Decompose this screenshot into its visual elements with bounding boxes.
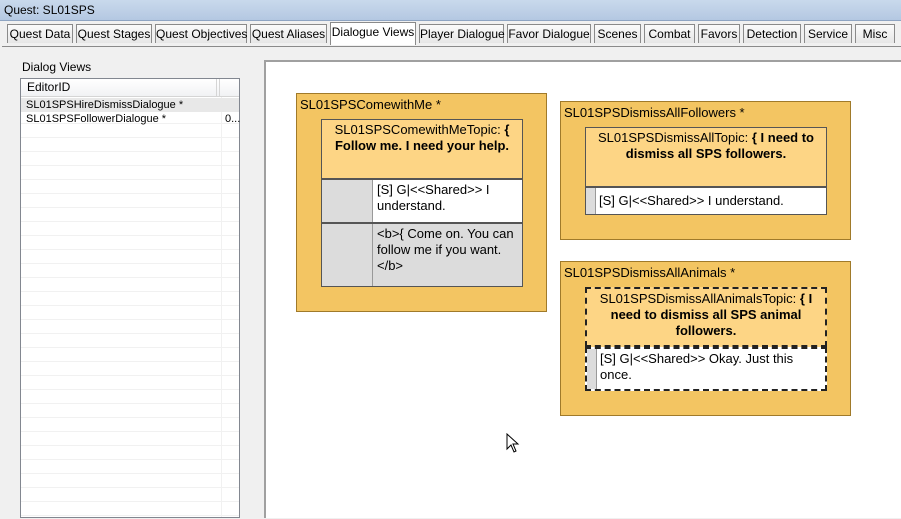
branch-dismissallanimals[interactable]: SL01SPSDismissAllAnimals * SL01SPSDismis…: [560, 261, 851, 416]
topic-node[interactable]: SL01SPSDismissAllTopic: { I need to dism…: [585, 127, 827, 187]
list-item[interactable]: SL01SPSFollowerDialogue * 0...: [21, 112, 240, 126]
tab-detection[interactable]: Detection: [743, 24, 801, 43]
dialog-views-list[interactable]: EditorID SL01SPSHireDismissDialogue * SL…: [20, 78, 240, 518]
tab-favor-dialogue[interactable]: Favor Dialogue: [507, 24, 591, 43]
tab-dialogue-views[interactable]: Dialogue Views: [330, 22, 416, 45]
tab-quest-data[interactable]: Quest Data: [7, 24, 73, 43]
response-node[interactable]: [S] G|<<Shared>> I understand.: [585, 187, 827, 215]
tab-player-dialogue[interactable]: Player Dialogue: [419, 24, 505, 43]
list-item[interactable]: SL01SPSHireDismissDialogue *: [21, 98, 239, 112]
tab-scenes[interactable]: Scenes: [594, 24, 641, 43]
response-node[interactable]: [S] G|<<Shared>> Okay. Just this once.: [585, 347, 827, 391]
tab-misc[interactable]: Misc: [855, 24, 895, 43]
tab-quest-stages[interactable]: Quest Stages: [76, 24, 152, 43]
window-titlebar: Quest: SL01SPS: [0, 0, 901, 21]
branch-title: SL01SPSDismissAllFollowers *: [564, 105, 745, 120]
window-title: Quest: SL01SPS: [4, 3, 95, 17]
topic-node[interactable]: SL01SPSDismissAllAnimalsTopic: { I need …: [585, 287, 827, 347]
tab-combat[interactable]: Combat: [644, 24, 695, 43]
response-node[interactable]: [S] G|<<Shared>> I understand.: [321, 179, 523, 223]
tab-quest-aliases[interactable]: Quest Aliases: [250, 24, 327, 43]
list-header: EditorID: [21, 79, 239, 97]
branch-comewithme[interactable]: SL01SPSComewithMe * SL01SPSComewithMeTop…: [296, 93, 547, 312]
column-header-editorid[interactable]: EditorID: [21, 79, 217, 96]
tab-quest-objectives[interactable]: Quest Objectives: [155, 24, 247, 43]
response-node[interactable]: <b>{ Come on. You can follow me if you w…: [321, 223, 523, 287]
tab-service[interactable]: Service: [804, 24, 852, 43]
tab-strip: Quest Data Quest Stages Quest Objectives…: [0, 20, 901, 46]
dialog-views-label: Dialog Views: [22, 60, 92, 74]
branch-dismissallfollowers[interactable]: SL01SPSDismissAllFollowers * SL01SPSDism…: [560, 101, 851, 240]
tab-favors[interactable]: Favors: [698, 24, 740, 43]
topic-node[interactable]: SL01SPSComewithMeTopic: { Follow me. I n…: [321, 119, 523, 179]
branch-title: SL01SPSDismissAllAnimals *: [564, 265, 736, 280]
mouse-pointer-icon: [506, 433, 520, 453]
branch-title: SL01SPSComewithMe *: [300, 97, 441, 112]
column-header-2[interactable]: [219, 79, 237, 96]
